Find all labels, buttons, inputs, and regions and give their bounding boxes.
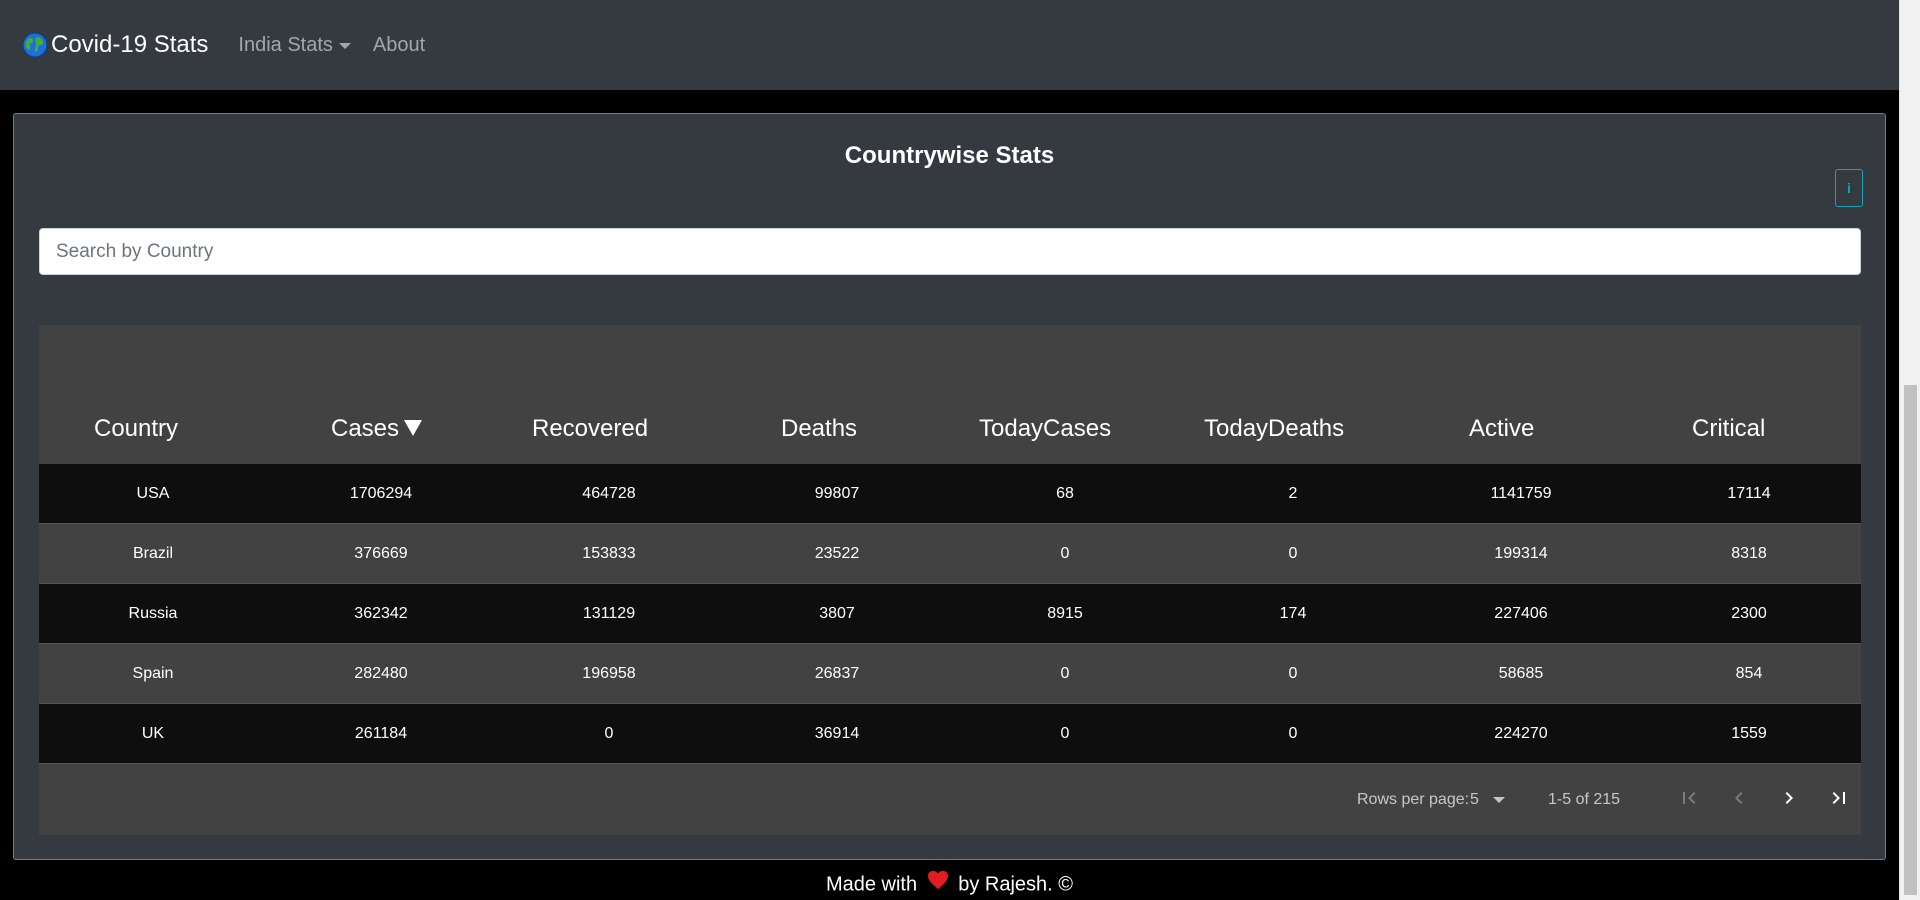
column-header-label: Country: [94, 415, 179, 442]
cell-active: 224270: [1494, 725, 1548, 742]
cell-todaycases: 68: [1056, 485, 1074, 502]
cell-active: 58685: [1498, 665, 1544, 682]
cell-cases: 282480: [354, 665, 408, 682]
globe-icon: [22, 32, 48, 58]
brand-link[interactable]: Covid-19 Stats: [22, 31, 208, 59]
first-page-button[interactable]: [1669, 778, 1709, 818]
cell-deaths: 3807: [819, 605, 855, 622]
page-scrollbar[interactable]: [1899, 0, 1920, 900]
card-title: Countrywise Stats: [844, 142, 1055, 169]
last-page-button[interactable]: [1819, 778, 1859, 818]
search-country-input[interactable]: [39, 228, 1861, 275]
table-row[interactable]: USA 1706294 464728 99807 68 2 1141759 17…: [39, 464, 1861, 524]
rows-per-page-select[interactable]: 5: [1470, 791, 1505, 809]
cell-todaycases: 8915: [1047, 605, 1083, 622]
column-header-label: TodayCases: [979, 415, 1112, 442]
cell-recovered: 0: [604, 725, 614, 742]
last-page-icon: [1832, 792, 1845, 804]
cell-country: UK: [141, 725, 165, 742]
cell-active: 227406: [1494, 605, 1548, 622]
cell-recovered: 131129: [582, 605, 636, 622]
column-header-label: Cases: [331, 415, 400, 442]
page-range-label: 1-5 of 215: [1548, 791, 1621, 808]
cell-active: 199314: [1494, 545, 1548, 562]
cell-cases: 362342: [354, 605, 408, 622]
cell-todaydeaths: 174: [1279, 605, 1307, 622]
table-header: Country Cases Recovered Deaths TodayCase…: [39, 325, 1861, 464]
cell-country: USA: [136, 485, 170, 502]
footer-prefix: Made with: [825, 873, 918, 896]
cell-todaydeaths: 2: [1288, 485, 1298, 502]
sort-descending-icon: [404, 419, 423, 436]
cell-recovered: 196958: [582, 665, 636, 682]
brand-title: Covid-19 Stats: [51, 31, 209, 58]
cell-deaths: 26837: [814, 665, 860, 682]
cell-cases: 1706294: [349, 485, 413, 502]
stats-table: Country Cases Recovered Deaths TodayCase…: [39, 325, 1861, 835]
cell-todaycases: 0: [1060, 545, 1070, 562]
cell-recovered: 153833: [582, 545, 636, 562]
column-header-recovered[interactable]: Recovered: [532, 415, 648, 443]
cell-country: Spain: [132, 665, 174, 682]
previous-page-button[interactable]: [1719, 778, 1759, 818]
column-header-label: TodayDeaths: [1204, 415, 1345, 442]
cell-deaths: 23522: [814, 545, 860, 562]
table-pagination: Rows per page: 5 1-5 of 215: [39, 764, 1861, 835]
column-header-country[interactable]: Country: [94, 415, 178, 443]
cell-deaths: 36914: [814, 725, 860, 742]
column-header-label: Critical: [1692, 415, 1766, 442]
first-page-icon: [1683, 792, 1696, 804]
nav-about-label: About: [372, 33, 426, 56]
navbar: Covid-19 Stats India Stats About: [0, 0, 1899, 90]
previous-page-icon: [1735, 792, 1743, 804]
nav-india-stats-label: India Stats: [238, 33, 333, 56]
column-header-todaycases[interactable]: TodayCases: [979, 415, 1111, 443]
next-page-icon: [1785, 792, 1793, 804]
cell-deaths: 99807: [814, 485, 860, 502]
column-header-critical[interactable]: Critical: [1692, 415, 1765, 443]
nav-about-link[interactable]: About: [373, 34, 425, 57]
cell-todaycases: 0: [1060, 725, 1070, 742]
nav-india-stats-dropdown[interactable]: India Stats: [238, 34, 351, 57]
heart-icon: [927, 870, 949, 896]
column-header-label: Deaths: [781, 415, 858, 442]
cell-active: 1141759: [1490, 485, 1552, 502]
table-row[interactable]: Brazil 376669 153833 23522 0 0 199314 83…: [39, 524, 1861, 584]
column-header-label: Active: [1469, 415, 1535, 442]
cell-country: Russia: [128, 605, 178, 622]
cell-critical: 8318: [1731, 545, 1767, 562]
table-row[interactable]: Russia 362342 131129 3807 8915 174 22740…: [39, 584, 1861, 644]
cell-country: Brazil: [132, 545, 173, 562]
cell-todaycases: 0: [1060, 665, 1070, 682]
cell-todaydeaths: 0: [1288, 665, 1298, 682]
cell-todaydeaths: 0: [1288, 725, 1298, 742]
column-header-label: Recovered: [532, 415, 649, 442]
table-row[interactable]: UK 261184 0 36914 0 0 224270 1559: [39, 704, 1861, 764]
column-header-active[interactable]: Active: [1469, 415, 1534, 443]
column-header-deaths[interactable]: Deaths: [781, 415, 857, 443]
rows-per-page-value: 5: [1470, 791, 1479, 808]
cell-cases: 261184: [354, 725, 408, 742]
footer-suffix: by Rajesh. ©: [958, 873, 1074, 896]
cell-critical: 1559: [1731, 725, 1767, 742]
column-header-todaydeaths[interactable]: TodayDeaths: [1204, 415, 1344, 443]
chevron-down-icon: [1492, 797, 1505, 803]
table-row[interactable]: Spain 282480 196958 26837 0 0 58685 854: [39, 644, 1861, 704]
footer: Made with by Rajesh. ©: [0, 870, 1899, 898]
rows-per-page-label: Rows per page:: [1357, 791, 1470, 808]
caret-down-icon: [338, 43, 351, 49]
cell-critical: 854: [1735, 665, 1763, 682]
cell-todaydeaths: 0: [1288, 545, 1298, 562]
info-button[interactable]: i: [1835, 169, 1863, 207]
cell-critical: 17114: [1727, 485, 1771, 502]
scrollbar-thumb[interactable]: [1904, 385, 1917, 895]
countrywise-stats-card: Countrywise Stats i Country Cases Recove…: [13, 113, 1886, 860]
cell-cases: 376669: [354, 545, 408, 562]
cell-critical: 2300: [1731, 605, 1767, 622]
next-page-button[interactable]: [1769, 778, 1809, 818]
cell-recovered: 464728: [582, 485, 636, 502]
column-header-cases[interactable]: Cases: [331, 415, 423, 443]
table-body: USA 1706294 464728 99807 68 2 1141759 17…: [39, 464, 1861, 764]
